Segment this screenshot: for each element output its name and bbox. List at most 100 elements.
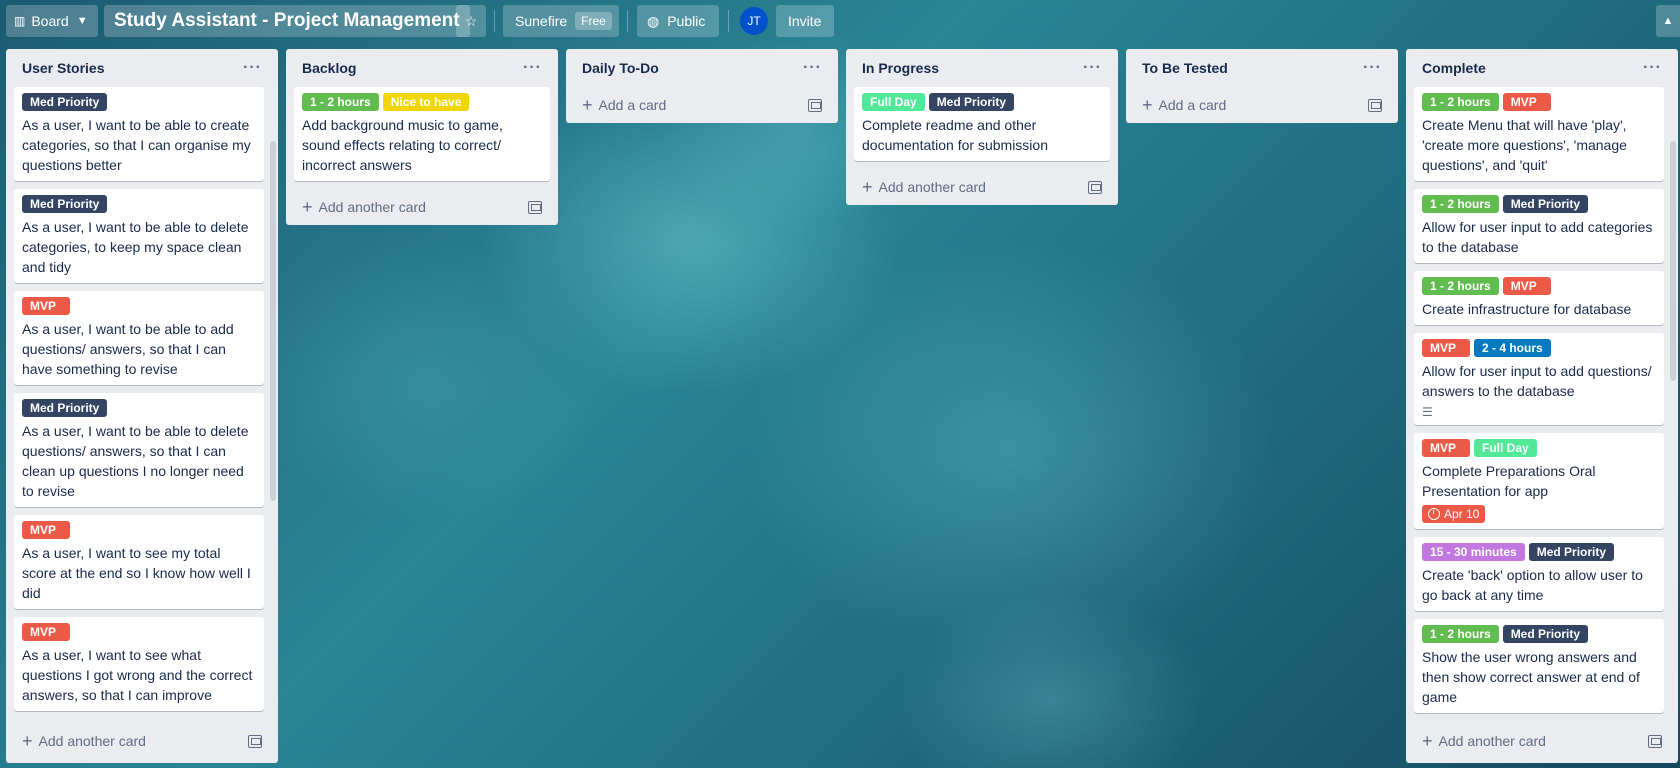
list-scrollbar[interactable] xyxy=(1670,141,1676,381)
more-icon[interactable]: ··· xyxy=(523,59,542,77)
card[interactable]: 1 - 2 hours MVP Create infrastructure for … xyxy=(1414,271,1664,325)
card-title: Show the user wrong answers and then sho… xyxy=(1422,649,1640,705)
more-icon[interactable]: ··· xyxy=(803,59,822,77)
card-list: Full Day Med Priority Complete readme and … xyxy=(854,87,1110,169)
list-scrollbar[interactable] xyxy=(270,141,276,501)
add-card-row: + Add another card xyxy=(14,723,270,759)
card-label[interactable]: MVP xyxy=(1502,93,1551,111)
star-button[interactable]: ☆ xyxy=(456,5,486,37)
due-date-badge[interactable]: Apr 10 xyxy=(1422,505,1486,523)
card[interactable]: Full Day Med Priority Complete readme and … xyxy=(854,87,1110,161)
card[interactable]: Med Priority As a user, I want to be able… xyxy=(14,189,264,283)
card[interactable]: 1 - 2 hours Med Priority Show the user wro… xyxy=(1414,619,1664,713)
board-view-button[interactable]: ▥ Board ▼ xyxy=(6,5,98,37)
more-icon[interactable]: ··· xyxy=(1363,59,1382,77)
card-label[interactable]: 1 - 2 hours xyxy=(302,93,379,111)
card[interactable]: 1 - 2 hours MVP Create Menu that will have… xyxy=(1414,87,1664,181)
add-card-label: Add another card xyxy=(878,179,986,195)
divider xyxy=(627,10,628,32)
chevron-down-icon: ▼ xyxy=(76,15,88,27)
card-label[interactable]: Full Day xyxy=(862,93,925,111)
card-label[interactable]: MVP xyxy=(22,623,70,641)
card-label[interactable]: MVP xyxy=(22,521,70,539)
card-label[interactable]: MVP xyxy=(1422,439,1470,457)
list-title[interactable]: In Progress xyxy=(862,60,939,76)
list-daily-to-do: Daily To-Do ··· + Add a card xyxy=(566,49,838,123)
more-icon[interactable]: ··· xyxy=(243,59,262,77)
list-user-stories: User Stories ··· Med Priority As a user, I … xyxy=(6,49,278,763)
card-label[interactable]: Nice to have xyxy=(382,93,470,111)
globe-icon: ◍ xyxy=(647,12,660,29)
card-label[interactable]: Med Priority xyxy=(1502,625,1589,643)
card-template-icon[interactable] xyxy=(1088,180,1102,194)
add-card-button[interactable]: + Add another card xyxy=(302,198,426,216)
card-title: As a user, I want to be able to add ques… xyxy=(22,321,234,377)
card[interactable]: 1 - 2 hours Med Priority Allow for user in… xyxy=(1414,189,1664,263)
card-label[interactable]: Med Priority xyxy=(1528,543,1615,561)
card-label[interactable]: MVP xyxy=(1502,277,1551,295)
card-label[interactable]: 1 - 2 hours xyxy=(1422,195,1499,213)
card-label[interactable]: Full Day xyxy=(1474,439,1537,457)
list-title[interactable]: Complete xyxy=(1422,60,1486,76)
card-label[interactable]: Med Priority xyxy=(22,399,108,417)
card-labels: 1 - 2 hours MVP xyxy=(1422,93,1656,111)
card-label[interactable]: 15 - 30 minutes xyxy=(1422,543,1525,561)
card[interactable]: MVP As a user, I want to see my total sco… xyxy=(14,515,264,609)
list-title[interactable]: User Stories xyxy=(22,60,104,76)
board-title[interactable]: Study Assistant - Project Management xyxy=(104,5,470,37)
card-labels: 1 - 2 hours Nice to have xyxy=(302,93,542,111)
card-template-icon[interactable] xyxy=(528,200,542,214)
card-label[interactable]: 1 - 2 hours xyxy=(1422,625,1499,643)
card-label[interactable]: Med Priority xyxy=(22,195,108,213)
list-title[interactable]: To Be Tested xyxy=(1142,60,1228,76)
card-label[interactable]: MVP xyxy=(1422,339,1470,357)
card[interactable]: MVP 2 - 4 hours Allow for user input to ad… xyxy=(1414,333,1664,425)
card-template-icon[interactable] xyxy=(1648,734,1662,748)
card[interactable]: MVP Full Day Complete Preparations Oral Pr… xyxy=(1414,433,1664,529)
list-header: User Stories ··· xyxy=(14,49,270,87)
more-icon[interactable]: ··· xyxy=(1083,59,1102,77)
star-icon: ☆ xyxy=(464,12,478,29)
add-card-button[interactable]: + Add another card xyxy=(1422,732,1546,750)
card[interactable]: 15 - 30 minutes Med Priority Create 'back'… xyxy=(1414,537,1664,611)
card-title: As a user, I want to be able to delete q… xyxy=(22,423,249,499)
card-label[interactable]: Med Priority xyxy=(22,93,108,111)
list-title[interactable]: Daily To-Do xyxy=(582,60,659,76)
card[interactable]: MVP As a user, I want to be able to add q… xyxy=(14,291,264,385)
card-template-icon[interactable] xyxy=(808,98,822,112)
card-title: Allow for user input to add questions/ a… xyxy=(1422,363,1652,399)
card[interactable]: Med Priority As a user, I want to be able… xyxy=(14,393,264,507)
show-menu-icon: ▲ xyxy=(1662,15,1674,27)
card-label[interactable]: 1 - 2 hours xyxy=(1422,93,1499,111)
list-header: Complete ··· xyxy=(1414,49,1670,87)
add-card-row: + Add another card xyxy=(1414,723,1670,759)
card-labels: 1 - 2 hours MVP xyxy=(1422,277,1656,295)
add-card-row: + Add another card xyxy=(854,169,1110,205)
card-title: As a user, I want to be able to create c… xyxy=(22,117,251,173)
add-card-button[interactable]: + Add another card xyxy=(22,732,146,750)
add-card-button[interactable]: + Add another card xyxy=(862,178,986,196)
add-card-button[interactable]: + Add a card xyxy=(582,96,666,114)
list-header: In Progress ··· xyxy=(854,49,1110,87)
card-label[interactable]: 2 - 4 hours xyxy=(1474,339,1551,357)
avatar[interactable]: JT xyxy=(740,7,768,35)
card-label[interactable]: MVP xyxy=(22,297,70,315)
add-card-label: Add another card xyxy=(1438,733,1546,749)
card[interactable]: 1 - 2 hours Nice to have Add background mu… xyxy=(294,87,550,181)
card-label[interactable]: 1 - 2 hours xyxy=(1422,277,1499,295)
card-label[interactable]: Med Priority xyxy=(1502,195,1589,213)
list-title[interactable]: Backlog xyxy=(302,60,356,76)
visibility-button[interactable]: ◍ Public xyxy=(637,5,719,37)
card-list: Med Priority As a user, I want to be able… xyxy=(14,87,264,719)
invite-button[interactable]: Invite xyxy=(776,5,834,37)
more-icon[interactable]: ··· xyxy=(1643,59,1662,77)
card[interactable]: MVP As a user, I want to see what questio… xyxy=(14,617,264,711)
card-label[interactable]: Med Priority xyxy=(928,93,1015,111)
menu-button[interactable]: ▲ xyxy=(1656,5,1680,37)
card[interactable]: Med Priority As a user, I want to be able… xyxy=(14,87,264,181)
add-card-button[interactable]: + Add a card xyxy=(1142,96,1226,114)
card-template-icon[interactable] xyxy=(248,734,262,748)
workspace-button[interactable]: Sunefire Free xyxy=(503,5,619,37)
card-labels: MVP xyxy=(22,521,256,539)
card-template-icon[interactable] xyxy=(1368,98,1382,112)
